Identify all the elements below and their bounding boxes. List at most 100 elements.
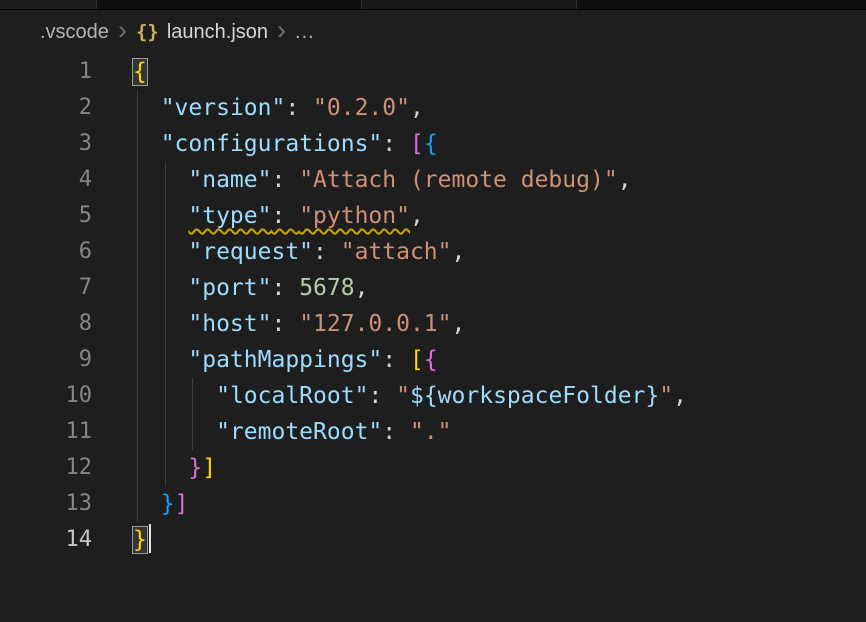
code-line[interactable]: 8 "host": "127.0.0.1", <box>0 306 866 342</box>
code-token <box>133 383 216 409</box>
indent-guide <box>137 198 138 234</box>
code-token: "type" <box>188 203 271 229</box>
breadcrumb-symbol-path[interactable]: ... <box>295 21 315 44</box>
code-text: }] <box>133 486 188 522</box>
line-number[interactable]: 11 <box>0 414 92 450</box>
code-token <box>133 167 188 193</box>
code-token: } <box>161 491 175 517</box>
code-token: { <box>424 131 438 157</box>
line-number[interactable]: 8 <box>0 306 92 342</box>
line-number[interactable]: 6 <box>0 234 92 270</box>
line-number[interactable]: 14 <box>0 522 92 558</box>
code-text: "host": "127.0.0.1", <box>133 306 465 342</box>
code-token: { <box>133 59 147 85</box>
code-token: "." <box>410 419 452 445</box>
indent-guide <box>165 414 166 450</box>
line-number[interactable]: 9 <box>0 342 92 378</box>
tab[interactable] <box>97 0 362 9</box>
editor[interactable]: 1{2 "version": "0.2.0",3 "configurations… <box>0 54 866 558</box>
indent-guide <box>165 306 166 342</box>
line-number[interactable]: 12 <box>0 450 92 486</box>
code-line[interactable]: 2 "version": "0.2.0", <box>0 90 866 126</box>
code-line[interactable]: 9 "pathMappings": [{ <box>0 342 866 378</box>
chevron-right-icon: › <box>118 17 127 44</box>
breadcrumb-item-file[interactable]: {} launch.json <box>136 21 268 44</box>
code-token: " <box>396 383 410 409</box>
code-token <box>133 419 216 445</box>
code-token: , <box>410 203 424 229</box>
code-line[interactable]: 5 "type": "python", <box>0 198 866 234</box>
code-text: "configurations": [{ <box>133 126 438 162</box>
breadcrumb-item-folder[interactable]: .vscode <box>40 21 109 44</box>
code-token: "version" <box>161 95 286 121</box>
indent-guide <box>137 234 138 270</box>
code-token: 5678 <box>299 275 354 301</box>
indent-guide <box>165 450 166 486</box>
code-text: "remoteRoot": "." <box>133 414 452 450</box>
code-token: "attach" <box>341 239 452 265</box>
code-line[interactable]: 6 "request": "attach", <box>0 234 866 270</box>
indent-guide <box>137 270 138 306</box>
code-text: }] <box>133 450 216 486</box>
code-token <box>133 455 188 481</box>
code-line[interactable]: 1{ <box>0 54 866 90</box>
code-line[interactable]: 3 "configurations": [{ <box>0 126 866 162</box>
code-token <box>133 311 188 337</box>
indent-guide <box>137 90 138 126</box>
line-number[interactable]: 7 <box>0 270 92 306</box>
indent-guide <box>165 378 166 414</box>
indent-guide <box>137 486 138 522</box>
code-token: , <box>452 311 466 337</box>
code-token: { <box>424 347 438 373</box>
code-token: "type": "python" <box>188 203 410 229</box>
indent-guide <box>165 342 166 378</box>
code-token: "Attach (remote debug)" <box>299 167 618 193</box>
line-number[interactable]: 4 <box>0 162 92 198</box>
code-text: "pathMappings": [{ <box>133 342 438 378</box>
code-text: { <box>133 54 147 90</box>
code-line[interactable]: 7 "port": 5678, <box>0 270 866 306</box>
code-text: } <box>133 522 151 558</box>
code-line[interactable]: 13 }] <box>0 486 866 522</box>
breadcrumb: .vscode › {} launch.json › ... <box>0 11 866 53</box>
code-token <box>133 347 188 373</box>
code-token <box>133 203 188 229</box>
code-text: "name": "Attach (remote debug)", <box>133 162 632 198</box>
code-token <box>133 275 188 301</box>
code-token: , <box>452 239 466 265</box>
code-token: : <box>382 347 410 373</box>
line-number[interactable]: 10 <box>0 378 92 414</box>
indent-guide <box>137 378 138 414</box>
code-token: : <box>313 239 341 265</box>
code-text: "type": "python", <box>133 198 424 234</box>
code-line[interactable]: 4 "name": "Attach (remote debug)", <box>0 162 866 198</box>
line-number[interactable]: 3 <box>0 126 92 162</box>
breadcrumb-file-label: launch.json <box>167 21 268 44</box>
indent-guide <box>137 450 138 486</box>
code-text: "port": 5678, <box>133 270 368 306</box>
code-token: , <box>355 275 369 301</box>
code-text: "request": "attach", <box>133 234 465 270</box>
line-number[interactable]: 13 <box>0 486 92 522</box>
code-token: "port" <box>188 275 271 301</box>
code-token: "${workspaceFolder}" <box>396 383 673 409</box>
line-number[interactable]: 2 <box>0 90 92 126</box>
code-line[interactable]: 12 }] <box>0 450 866 486</box>
code-token: } <box>133 527 147 553</box>
code-token: ] <box>202 455 216 481</box>
code-token <box>133 239 188 265</box>
text-cursor <box>149 524 151 553</box>
code-line[interactable]: 10 "localRoot": "${workspaceFolder}", <box>0 378 866 414</box>
tab[interactable] <box>0 0 97 9</box>
code-token: } <box>188 455 202 481</box>
indent-guide <box>137 126 138 162</box>
line-number[interactable]: 1 <box>0 54 92 90</box>
code-token: "0.2.0" <box>313 95 410 121</box>
code-token: "name" <box>188 167 271 193</box>
code-line[interactable]: 11 "remoteRoot": "." <box>0 414 866 450</box>
tab[interactable] <box>362 0 577 9</box>
code-token: : <box>285 95 313 121</box>
code-token: ${workspaceFolder} <box>410 383 659 409</box>
line-number[interactable]: 5 <box>0 198 92 234</box>
code-line[interactable]: 14} <box>0 522 866 558</box>
